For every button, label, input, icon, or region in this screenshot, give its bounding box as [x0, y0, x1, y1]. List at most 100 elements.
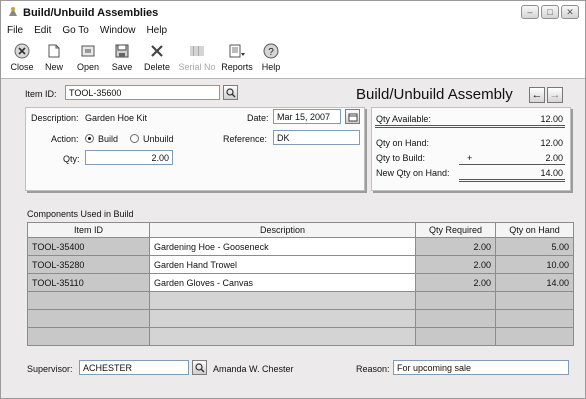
help-icon: ?: [262, 42, 280, 60]
reference-label: Reference:: [223, 134, 268, 144]
svg-text:?: ?: [268, 47, 274, 58]
cell-qty-on-hand: 14.00: [495, 273, 574, 292]
window-title: Build/Unbuild Assemblies: [23, 7, 159, 19]
cell-qty-required[interactable]: 2.00: [415, 237, 496, 256]
delete-button[interactable]: Delete: [141, 42, 173, 72]
reference-field[interactable]: DK: [273, 130, 360, 145]
action-unbuild-radio[interactable]: [130, 134, 139, 143]
column-header-item-id[interactable]: Item ID: [27, 222, 150, 238]
open-button[interactable]: Open: [74, 42, 102, 72]
supervisor-lookup-button[interactable]: [192, 360, 207, 375]
action-unbuild-label: Unbuild: [143, 134, 174, 144]
item-id-label: Item ID:: [25, 89, 57, 99]
save-disk-icon: [113, 42, 131, 60]
description-value: Garden Hoe Kit: [85, 113, 148, 123]
cell-qty-required[interactable]: 2.00: [415, 273, 496, 292]
menu-bar: File Edit Go To Window Help: [1, 23, 585, 39]
empty-row[interactable]: [27, 291, 574, 310]
reason-label: Reason:: [356, 364, 390, 374]
build-unbuild-window: Build/Unbuild Assemblies – □ ✕ File Edit…: [0, 0, 586, 399]
qty-field[interactable]: 2.00: [85, 150, 173, 165]
cell-qty-required[interactable]: 2.00: [415, 255, 496, 274]
close-label: Close: [10, 62, 34, 72]
app-icon: [9, 7, 17, 16]
table-row[interactable]: TOOL-35400 Gardening Hoe - Gooseneck 2.0…: [27, 237, 574, 256]
serial-no-button[interactable]: Serial No: [177, 42, 217, 72]
status-bar: [1, 387, 585, 398]
menu-window[interactable]: Window: [100, 25, 136, 39]
minimize-button[interactable]: –: [521, 5, 539, 19]
qty-available-value: 12.00: [540, 114, 563, 124]
page-title: Build/Unbuild Assembly: [356, 86, 513, 103]
new-button[interactable]: New: [41, 42, 67, 72]
qty-label: Qty:: [63, 154, 80, 164]
table-row[interactable]: TOOL-35110 Garden Gloves - Canvas 2.00 1…: [27, 273, 574, 292]
empty-row[interactable]: [27, 327, 574, 346]
reports-label: Reports: [221, 62, 253, 72]
open-label: Open: [76, 62, 100, 72]
new-document-icon: [45, 42, 63, 60]
table-row[interactable]: TOOL-35280 Garden Hand Trowel 2.00 10.00: [27, 255, 574, 274]
calendar-button[interactable]: [345, 109, 360, 124]
empty-row[interactable]: [27, 309, 574, 328]
help-label: Help: [261, 62, 281, 72]
components-table: Item ID Description Qty Required Qty on …: [27, 222, 574, 346]
cell-item-id[interactable]: TOOL-35110: [27, 273, 150, 292]
reports-button[interactable]: Reports: [219, 42, 255, 72]
calendar-icon: [348, 113, 357, 121]
summary-divider: [375, 125, 565, 128]
qty-available-label: Qty Available:: [376, 114, 431, 124]
next-record-button[interactable]: →: [547, 87, 563, 103]
cell-qty-on-hand: 10.00: [495, 255, 574, 274]
action-build-radio[interactable]: [85, 134, 94, 143]
components-section-label: Components Used in Build: [27, 209, 134, 219]
item-id-lookup-button[interactable]: [223, 85, 238, 100]
open-icon: [79, 42, 97, 60]
new-label: New: [44, 62, 63, 72]
delete-label: Delete: [143, 62, 170, 72]
menu-file[interactable]: File: [7, 25, 23, 39]
reports-icon: [228, 42, 246, 60]
close-button[interactable]: Close: [7, 42, 37, 72]
help-button[interactable]: ? Help: [259, 42, 283, 72]
barcode-icon: [188, 42, 206, 60]
close-circle-icon: [13, 42, 31, 60]
title-bar: Build/Unbuild Assemblies – □ ✕: [1, 1, 585, 23]
menu-help[interactable]: Help: [146, 25, 167, 39]
cell-description[interactable]: Garden Hand Trowel: [149, 255, 416, 274]
column-header-description[interactable]: Description: [149, 222, 416, 238]
column-header-qty-on-hand[interactable]: Qty on Hand: [495, 222, 574, 238]
item-id-field[interactable]: TOOL-35600: [65, 85, 220, 100]
cell-description[interactable]: Garden Gloves - Canvas: [149, 273, 416, 292]
maximize-button[interactable]: □: [541, 5, 559, 19]
cell-description[interactable]: Gardening Hoe - Gooseneck: [149, 237, 416, 256]
close-window-button[interactable]: ✕: [561, 5, 579, 19]
qty-to-build-value: 2.00: [545, 153, 563, 163]
supervisor-name: Amanda W. Chester: [213, 364, 294, 374]
total-rule: [459, 179, 565, 182]
magnifier-icon: [225, 87, 235, 97]
sum-rule: [459, 164, 565, 165]
cell-item-id[interactable]: TOOL-35280: [27, 255, 150, 274]
new-qty-label: New Qty on Hand:: [376, 168, 450, 178]
reason-field[interactable]: For upcoming sale: [393, 360, 569, 375]
cell-item-id[interactable]: TOOL-35400: [27, 237, 150, 256]
supervisor-label: Supervisor:: [27, 364, 73, 374]
magnifier-icon: [194, 362, 204, 372]
previous-record-button[interactable]: ←: [529, 87, 545, 103]
description-label: Description:: [31, 113, 79, 123]
delete-x-icon: [148, 42, 166, 60]
date-field[interactable]: Mar 15, 2007: [273, 109, 341, 124]
qty-to-build-label: Qty to Build:: [376, 153, 426, 163]
qty-to-build-sign: +: [467, 153, 473, 163]
date-label: Date:: [247, 113, 269, 123]
cell-qty-on-hand: 5.00: [495, 237, 574, 256]
save-label: Save: [111, 62, 133, 72]
column-header-qty-required[interactable]: Qty Required: [415, 222, 496, 238]
save-button[interactable]: Save: [109, 42, 135, 72]
qty-on-hand-label: Qty on Hand:: [376, 138, 430, 148]
menu-edit[interactable]: Edit: [34, 25, 51, 39]
supervisor-field[interactable]: ACHESTER: [79, 360, 189, 375]
toolbar: Close New Open Save Delete Serial No Rep…: [1, 39, 585, 79]
menu-go-to[interactable]: Go To: [62, 25, 89, 39]
